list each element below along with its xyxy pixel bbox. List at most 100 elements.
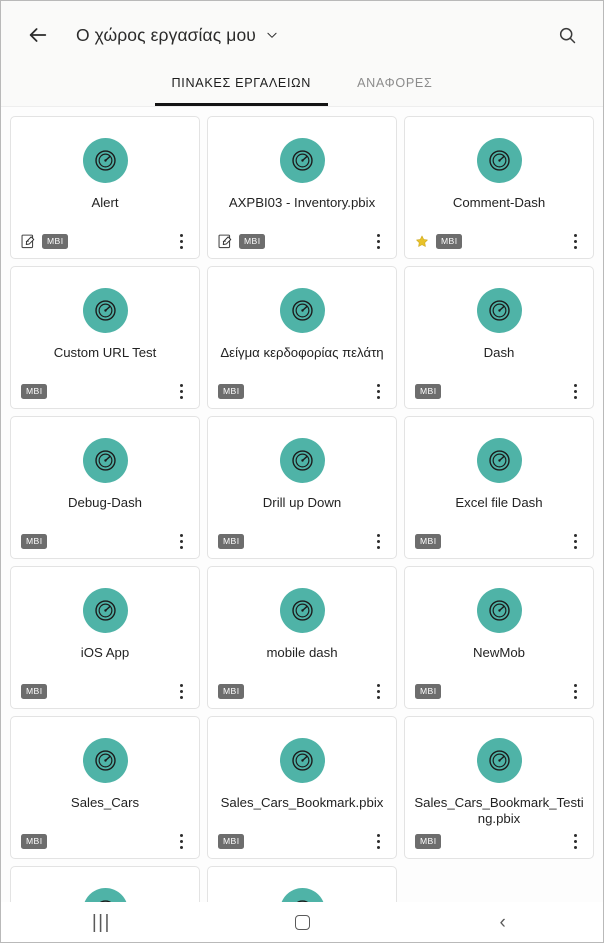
back-arrow-icon — [29, 28, 47, 42]
dashboard-card-footer: MBI — [208, 375, 396, 408]
card-overflow-menu-button[interactable] — [170, 829, 192, 855]
dashboard-card[interactable]: Δείγμα κερδοφορίας πελάτη MBI — [207, 266, 397, 409]
dashboard-card-footer: MBI — [405, 825, 593, 858]
dashboard-card-title: mobile dash — [266, 645, 338, 660]
card-overflow-menu-button[interactable] — [367, 229, 389, 255]
back-nav-icon: ‹ — [499, 911, 506, 933]
status-badge: MBI — [21, 833, 48, 850]
gauge-icon — [476, 138, 522, 183]
annotation-icon — [21, 234, 35, 249]
annotation-icon — [218, 234, 232, 249]
dashboard-card[interactable]: Sales_Cars_Bookmark.pbix MBI — [207, 716, 397, 859]
dashboard-card[interactable]: mobile dash MBI — [207, 566, 397, 709]
dashboard-card[interactable]: Comment-Dash MBI — [404, 116, 594, 259]
dashboard-card-title: iOS App — [80, 645, 130, 660]
badge-group: MBI — [415, 683, 564, 700]
dashboard-card-footer: MBI — [405, 525, 593, 558]
app-window: Ο χώρος εργασίας μου ΠΙΝΑΚΕΣ ΕΡΓΑΛΕΙΩΝ Α… — [0, 0, 604, 943]
recents-button[interactable]: ||| — [1, 902, 202, 942]
dashboard-card-title: Dash — [483, 345, 515, 360]
tab-dashboards[interactable]: ΠΙΝΑΚΕΣ ΕΡΓΑΛΕΙΩΝ — [154, 60, 329, 106]
chevron-down-icon — [265, 28, 279, 42]
dashboard-grid: Alert MBI AXPBI03 - Inventory.pbix MBI Comme… — [10, 116, 594, 942]
gauge-icon — [82, 138, 128, 183]
status-badge: MBI — [21, 383, 48, 400]
dashboard-card-footer: MBI — [405, 375, 593, 408]
card-overflow-menu-button[interactable] — [564, 529, 586, 555]
dashboard-card-footer: MBI — [11, 225, 199, 258]
tab-reports[interactable]: ΑΝΑΦΟΡΕΣ — [340, 60, 449, 106]
favorite-star-icon[interactable] — [415, 234, 429, 249]
badge-group: MBI — [218, 683, 367, 700]
card-overflow-menu-button[interactable] — [564, 379, 586, 405]
status-badge: MBI — [239, 233, 266, 250]
dashboard-card[interactable]: Dash MBI — [404, 266, 594, 409]
card-overflow-menu-button[interactable] — [367, 679, 389, 705]
card-overflow-menu-button[interactable] — [367, 529, 389, 555]
badge-group: MBI — [218, 833, 367, 850]
gauge-icon — [279, 738, 325, 783]
status-badge: MBI — [218, 833, 245, 850]
card-overflow-menu-button[interactable] — [564, 229, 586, 255]
dashboard-card-footer: MBI — [208, 525, 396, 558]
dashboard-card[interactable]: Sales_Cars_Bookmark_Testing.pbix MBI — [404, 716, 594, 859]
back-nav-button[interactable]: ‹ — [402, 902, 603, 942]
gauge-icon — [476, 438, 522, 483]
search-button[interactable] — [549, 17, 585, 53]
recents-icon: ||| — [91, 911, 111, 933]
card-overflow-menu-button[interactable] — [170, 379, 192, 405]
dashboard-card-title: Alert — [91, 195, 119, 210]
badge-group: MBI — [21, 833, 170, 850]
gauge-icon — [476, 588, 522, 633]
gauge-icon — [279, 138, 325, 183]
card-overflow-menu-button[interactable] — [170, 229, 192, 255]
gauge-icon — [82, 288, 128, 333]
gauge-icon — [476, 288, 522, 333]
dashboard-card-footer: MBI — [405, 675, 593, 708]
gauge-icon — [279, 588, 325, 633]
dashboard-card[interactable]: Excel file Dash MBI — [404, 416, 594, 559]
dashboard-card-title: AXPBI03 - Inventory.pbix — [228, 195, 376, 210]
dashboard-card[interactable]: Drill up Down MBI — [207, 416, 397, 559]
card-overflow-menu-button[interactable] — [170, 679, 192, 705]
status-badge: MBI — [415, 533, 442, 550]
gauge-icon — [82, 588, 128, 633]
dashboard-card-footer: MBI — [405, 225, 593, 258]
tab-dashboards-label: ΠΙΝΑΚΕΣ ΕΡΓΑΛΕΙΩΝ — [171, 76, 312, 90]
badge-group: MBI — [415, 383, 564, 400]
card-overflow-menu-button[interactable] — [367, 379, 389, 405]
badge-group: MBI — [21, 683, 170, 700]
card-overflow-menu-button[interactable] — [564, 679, 586, 705]
dashboard-card[interactable]: Custom URL Test MBI — [10, 266, 200, 409]
dashboard-list-scroll[interactable]: Alert MBI AXPBI03 - Inventory.pbix MBI Comme… — [1, 107, 603, 942]
system-navigation-bar: ||| ‹ — [1, 902, 603, 942]
home-button[interactable] — [202, 902, 403, 942]
dashboard-card[interactable]: NewMob MBI — [404, 566, 594, 709]
badge-group: MBI — [218, 383, 367, 400]
dashboard-card-title: Sales_Cars_Bookmark_Testing.pbix — [414, 795, 584, 826]
dashboard-card[interactable]: iOS App MBI — [10, 566, 200, 709]
status-badge: MBI — [21, 533, 48, 550]
dashboard-card[interactable]: Alert MBI — [10, 116, 200, 259]
gauge-icon — [279, 438, 325, 483]
status-badge: MBI — [415, 383, 442, 400]
dashboard-card[interactable]: AXPBI03 - Inventory.pbix MBI — [207, 116, 397, 259]
gauge-icon — [279, 288, 325, 333]
dashboard-card-title: Debug-Dash — [67, 495, 143, 510]
card-overflow-menu-button[interactable] — [564, 829, 586, 855]
dashboard-card[interactable]: Debug-Dash MBI — [10, 416, 200, 559]
home-icon — [294, 914, 310, 930]
dashboard-card-title: Sales_Cars — [70, 795, 140, 810]
back-button[interactable] — [21, 18, 55, 52]
dashboard-card-title: Custom URL Test — [53, 345, 157, 360]
card-overflow-menu-button[interactable] — [367, 829, 389, 855]
badge-group: MBI — [21, 533, 170, 550]
dashboard-card-title: Comment-Dash — [452, 195, 546, 210]
status-badge: MBI — [218, 683, 245, 700]
card-overflow-menu-button[interactable] — [170, 529, 192, 555]
dashboard-card-title: Excel file Dash — [455, 495, 543, 510]
dashboard-card[interactable]: Sales_Cars MBI — [10, 716, 200, 859]
workspace-selector[interactable]: Ο χώρος εργασίας μου — [76, 25, 549, 46]
status-badge: MBI — [218, 533, 245, 550]
status-badge: MBI — [21, 683, 48, 700]
